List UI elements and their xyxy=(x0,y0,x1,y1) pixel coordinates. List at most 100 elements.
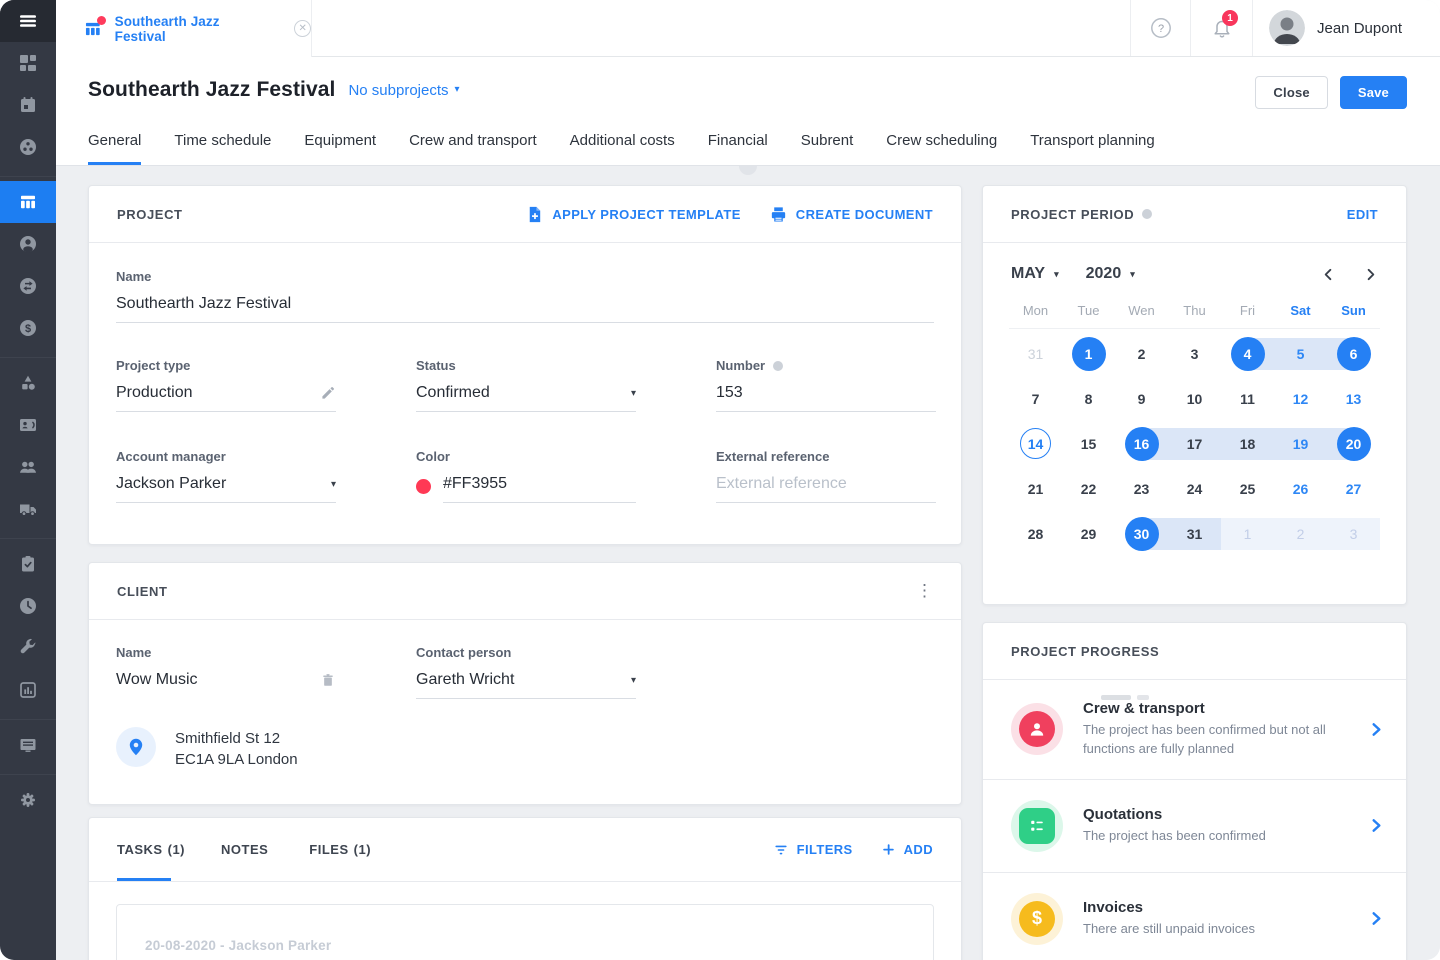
tasks-icon[interactable] xyxy=(0,543,56,585)
calendar-day[interactable]: 23 xyxy=(1115,466,1168,511)
calendar-day[interactable]: 1 xyxy=(1062,331,1115,376)
reports-icon[interactable] xyxy=(0,669,56,711)
progress-item-quotations[interactable]: Quotations The project has been confirme… xyxy=(983,780,1406,873)
menu-icon[interactable] xyxy=(0,0,56,42)
month-select[interactable]: MAY▾ xyxy=(1011,265,1059,283)
clock-icon[interactable] xyxy=(0,585,56,627)
calendar-day[interactable]: 3 xyxy=(1168,331,1221,376)
trash-icon[interactable] xyxy=(320,672,336,688)
calendar-day[interactable]: 26 xyxy=(1274,466,1327,511)
edit-period-button[interactable]: EDIT xyxy=(1347,207,1378,222)
close-tab-icon[interactable]: ✕ xyxy=(294,20,311,37)
color-swatch[interactable] xyxy=(416,479,431,494)
save-button[interactable]: Save xyxy=(1340,76,1407,109)
calendar-day[interactable]: 14 xyxy=(1009,421,1062,466)
calendar-day[interactable]: 24 xyxy=(1168,466,1221,511)
help-button[interactable]: ? xyxy=(1130,0,1190,56)
truck-icon[interactable] xyxy=(0,488,56,530)
calendar-day[interactable]: 21 xyxy=(1009,466,1062,511)
calendar-day[interactable]: 18 xyxy=(1221,421,1274,466)
project-type-field[interactable]: Project type Production xyxy=(116,358,336,412)
year-select[interactable]: 2020▾ xyxy=(1086,265,1135,283)
calendar-day[interactable]: 2 xyxy=(1274,511,1327,556)
tab-general[interactable]: General xyxy=(88,132,141,165)
external-reference-field[interactable]: External reference xyxy=(716,449,936,503)
pencil-icon[interactable] xyxy=(320,385,336,401)
calendar-icon[interactable] xyxy=(0,84,56,126)
calendar-day[interactable]: 6 xyxy=(1327,331,1380,376)
tab-files[interactable]: FILES(1) xyxy=(309,818,371,881)
calendar-day[interactable]: 2 xyxy=(1115,331,1168,376)
calendar-day[interactable]: 31 xyxy=(1168,511,1221,556)
tab-tasks[interactable]: TASKS(1) xyxy=(117,818,185,881)
kebab-menu-icon[interactable]: ⋮ xyxy=(916,581,933,601)
calendar-day[interactable]: 9 xyxy=(1115,376,1168,421)
calendar-day[interactable]: 28 xyxy=(1009,511,1062,556)
tab-transport-planning[interactable]: Transport planning xyxy=(1030,132,1155,165)
calendar-day[interactable]: 31 xyxy=(1009,331,1062,376)
calendar-day[interactable]: 16 xyxy=(1115,421,1168,466)
apply-project-template-button[interactable]: APPLY PROJECT TEMPLATE xyxy=(525,205,740,224)
calendar-day[interactable]: 27 xyxy=(1327,466,1380,511)
tab-notes[interactable]: NOTES xyxy=(221,818,273,881)
close-button[interactable]: Close xyxy=(1255,76,1327,109)
external-reference-input[interactable] xyxy=(716,475,936,493)
calendar-day[interactable]: 17 xyxy=(1168,421,1221,466)
calendar-day[interactable]: 7 xyxy=(1009,376,1062,421)
calendar-day[interactable]: 1 xyxy=(1221,511,1274,556)
dashboard-icon[interactable] xyxy=(0,42,56,84)
project-tab[interactable]: Southearth Jazz Festival ✕ xyxy=(56,0,312,57)
calendar-day[interactable]: 15 xyxy=(1062,421,1115,466)
calendar-day[interactable]: 25 xyxy=(1221,466,1274,511)
filters-button[interactable]: FILTERS xyxy=(773,842,853,858)
crew-icon[interactable] xyxy=(0,446,56,488)
presentation-icon[interactable] xyxy=(0,724,56,766)
calendar-day[interactable]: 3 xyxy=(1327,511,1380,556)
tab-financial[interactable]: Financial xyxy=(708,132,768,165)
calendar-day[interactable]: 30 xyxy=(1115,511,1168,556)
contact-person-field[interactable]: Contact person Gareth Wricht ▾ xyxy=(416,645,636,699)
contacts-icon[interactable] xyxy=(0,404,56,446)
project-name-field[interactable]: Southearth Jazz Festival xyxy=(116,295,934,323)
projects-icon[interactable] xyxy=(0,181,56,223)
calendar-day[interactable]: 10 xyxy=(1168,376,1221,421)
notifications-button[interactable]: 1 xyxy=(1190,0,1252,56)
client-name-field[interactable]: Name Wow Music xyxy=(116,645,336,699)
settings-icon[interactable] xyxy=(0,779,56,821)
subprojects-dropdown[interactable]: No subprojects▾ xyxy=(348,82,459,99)
person-icon[interactable] xyxy=(0,223,56,265)
calendar-day[interactable]: 5 xyxy=(1274,331,1327,376)
tab-equipment[interactable]: Equipment xyxy=(304,132,376,165)
create-document-button[interactable]: CREATE DOCUMENT xyxy=(769,205,933,224)
chevron-right-icon[interactable] xyxy=(1363,267,1378,282)
tab-time-schedule[interactable]: Time schedule xyxy=(174,132,271,165)
add-button[interactable]: ADD xyxy=(881,842,933,857)
calendar-day[interactable]: 4 xyxy=(1221,331,1274,376)
calendar-day[interactable]: 19 xyxy=(1274,421,1327,466)
progress-item-invoices[interactable]: $ Invoices There are still unpaid invoic… xyxy=(983,873,1406,960)
calendar-day[interactable]: 20 xyxy=(1327,421,1380,466)
account-manager-field[interactable]: Account manager Jackson Parker ▾ xyxy=(116,449,336,503)
tab-subrent[interactable]: Subrent xyxy=(801,132,854,165)
tab-crew-scheduling[interactable]: Crew scheduling xyxy=(886,132,997,165)
user-menu[interactable]: Jean Dupont xyxy=(1252,0,1440,56)
progress-item-crew-transport[interactable]: Crew & transport The project has been co… xyxy=(983,680,1406,780)
calendar-day[interactable]: 12 xyxy=(1274,376,1327,421)
equipment-icon[interactable] xyxy=(0,362,56,404)
finance-icon[interactable]: $ xyxy=(0,307,56,349)
number-field[interactable]: Number 153 xyxy=(716,358,936,412)
status-field[interactable]: Status Confirmed ▾ xyxy=(416,358,636,412)
calendar-day[interactable]: 13 xyxy=(1327,376,1380,421)
task-item[interactable]: 20-08-2020 - Jackson Parker xyxy=(116,904,934,960)
calendar-day[interactable]: 29 xyxy=(1062,511,1115,556)
calendar-day[interactable]: 22 xyxy=(1062,466,1115,511)
tab-crew-and-transport[interactable]: Crew and transport xyxy=(409,132,537,165)
calendar-day[interactable]: 8 xyxy=(1062,376,1115,421)
wrench-icon[interactable] xyxy=(0,627,56,669)
calendar-day[interactable]: 11 xyxy=(1221,376,1274,421)
chevron-left-icon[interactable] xyxy=(1321,267,1336,282)
transfers-icon[interactable] xyxy=(0,265,56,307)
color-field[interactable]: Color #FF3955 xyxy=(416,449,636,503)
tab-additional-costs[interactable]: Additional costs xyxy=(570,132,675,165)
wheel-icon[interactable] xyxy=(0,126,56,168)
